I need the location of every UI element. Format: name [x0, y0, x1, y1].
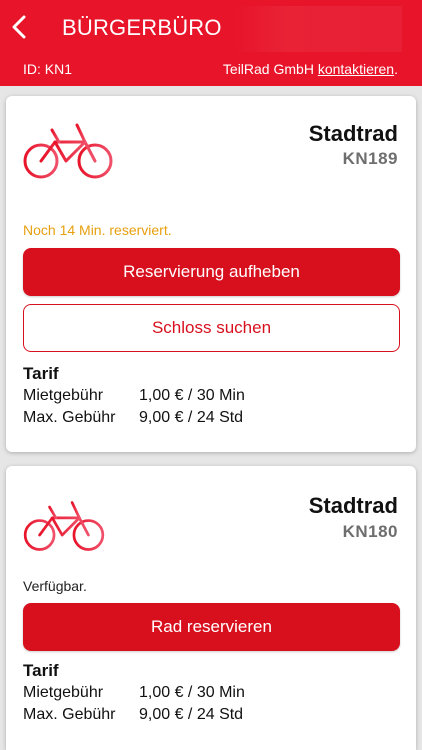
bicycle-icon [23, 501, 105, 551]
availability-status: Verfügbar. [23, 578, 87, 594]
tariff-label: Mietgebühr [23, 387, 104, 404]
tariff-value: 1,00 € / 30 Min [139, 387, 245, 404]
bike-card: Stadtrad KN180 Verfügbar. Rad reserviere… [6, 466, 416, 750]
bike-card: Stadtrad KN189 Noch 14 Min. reserviert. … [6, 96, 416, 452]
bike-name: Stadtrad [308, 121, 398, 146]
tariff-row: Mietgebühr 1,00 € / 30 Min [23, 385, 245, 407]
contact-suffix: . [394, 61, 398, 77]
chevron-left-icon [12, 15, 26, 39]
tariff-value: 1,00 € / 30 Min [139, 684, 245, 701]
tariff-value: 9,00 € / 24 Std [139, 706, 244, 723]
provider-name: TeilRad GmbH [222, 61, 314, 77]
back-button[interactable] [0, 0, 38, 54]
find-lock-button[interactable]: Schloss suchen [23, 304, 400, 352]
tariff-row: Mietgebühr 1,00 € / 30 Min [23, 682, 245, 704]
header-bar: BÜRGERBÜRO ID: KN1 TeilRad GmbH kontakti… [0, 0, 422, 86]
tariff-label: Max. Gebühr [23, 409, 116, 426]
page-title: BÜRGERBÜRO [62, 15, 222, 40]
bike-name: Stadtrad [308, 493, 398, 518]
tariff-value: 9,00 € / 24 Std [139, 409, 244, 426]
tariff-row: Max. Gebühr 9,00 € / 24 Std [23, 704, 245, 726]
contact-link[interactable]: kontaktieren [318, 61, 394, 77]
tariff-row: Max. Gebühr 9,00 € / 24 Std [23, 407, 245, 429]
station-info-row: ID: KN1 TeilRad GmbH kontaktieren. [0, 54, 422, 84]
bike-id: KN180 [342, 522, 398, 541]
cancel-reservation-button[interactable]: Reservierung aufheben [23, 248, 400, 296]
bike-id: KN189 [342, 149, 398, 168]
tariff-section: Tarif Mietgebühr 1,00 € / 30 Min Max. Ge… [23, 660, 245, 726]
provider-info: TeilRad GmbH kontaktieren. [223, 61, 398, 77]
tariff-label: Mietgebühr [23, 684, 104, 701]
nav-row: BÜRGERBÜRO [0, 0, 422, 54]
bicycle-icon [23, 123, 113, 179]
tariff-title: Tarif [23, 661, 59, 680]
reservation-status: Noch 14 Min. reserviert. [23, 222, 172, 238]
station-id: ID: KN1 [23, 61, 73, 77]
reserve-bike-button[interactable]: Rad reservieren [23, 603, 400, 651]
tariff-title: Tarif [23, 364, 59, 383]
tariff-section: Tarif Mietgebühr 1,00 € / 30 Min Max. Ge… [23, 363, 245, 429]
tariff-label: Max. Gebühr [23, 706, 116, 723]
